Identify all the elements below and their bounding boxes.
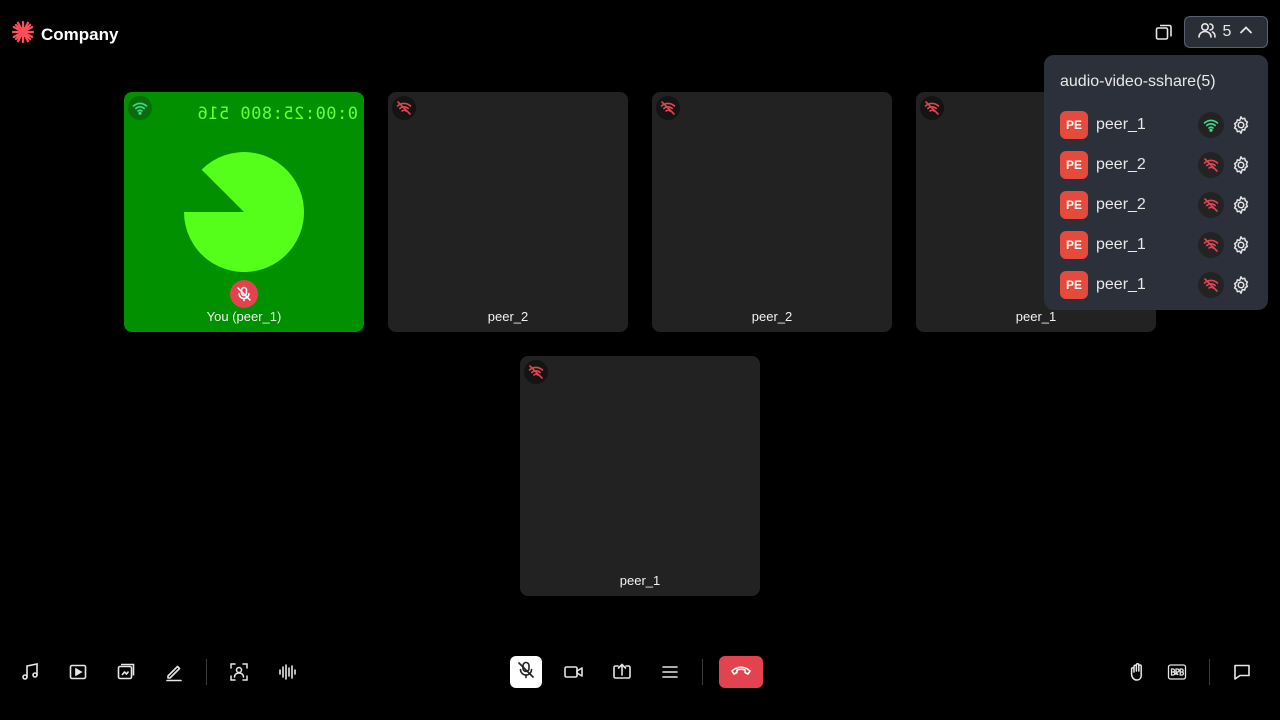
brand: Company	[11, 20, 118, 49]
test-pattern-pacman	[184, 152, 304, 272]
network-good-icon	[1198, 112, 1224, 138]
settings-gear-icon[interactable]	[1230, 194, 1252, 216]
avatar: PE	[1060, 151, 1088, 179]
settings-gear-icon[interactable]	[1230, 154, 1252, 176]
tile-name: peer_1	[1015, 309, 1057, 324]
network-poor-icon	[392, 96, 416, 120]
participant-row[interactable]: PE peer_2	[1060, 185, 1252, 225]
leave-call-button[interactable]	[719, 656, 763, 688]
participants-panel: audio-video-sshare(5) PE peer_1 PE peer_…	[1044, 55, 1268, 310]
video-tile-local[interactable]: 0:00:25:800 516 You (peer_1)	[124, 92, 364, 332]
participant-row[interactable]: PE peer_1	[1060, 265, 1252, 305]
tile-name: You (peer_1)	[206, 309, 282, 324]
people-icon	[1197, 20, 1217, 45]
network-poor-icon	[1198, 272, 1224, 298]
brand-name: Company	[41, 24, 119, 44]
video-tile[interactable]: peer_2	[652, 92, 892, 332]
video-tile[interactable]: peer_2	[388, 92, 628, 332]
toolbar-divider	[1209, 659, 1210, 685]
chat-icon[interactable]	[1226, 656, 1258, 688]
participant-count: 5	[1222, 23, 1232, 40]
video-timecode: 0:00:25:800 516	[196, 104, 358, 124]
participant-name: peer_1	[1096, 116, 1146, 133]
participants-toggle-button[interactable]: 5	[1184, 16, 1268, 48]
hang-up-icon	[730, 663, 752, 682]
embed-icon[interactable]	[110, 656, 142, 688]
participant-name: peer_1	[1096, 276, 1146, 293]
video-tile[interactable]: peer_1	[520, 356, 760, 596]
screenshare-icon[interactable]	[606, 656, 638, 688]
participant-row[interactable]: PE peer_1	[1060, 225, 1252, 265]
panel-title: audio-video-sshare(5)	[1060, 73, 1216, 90]
noise-suppression-icon[interactable]	[271, 656, 303, 688]
participant-name: peer_1	[1096, 236, 1146, 253]
whiteboard-icon[interactable]	[158, 656, 190, 688]
network-poor-icon	[1198, 152, 1224, 178]
layout-switch-icon[interactable]	[1152, 20, 1176, 44]
settings-gear-icon[interactable]	[1230, 114, 1252, 136]
avatar: PE	[1060, 231, 1088, 259]
hand-raise-icon[interactable]	[1121, 656, 1153, 688]
toolbar-divider	[702, 659, 703, 685]
chevron-up-icon	[1237, 21, 1255, 44]
brb-icon[interactable]	[1161, 656, 1193, 688]
network-poor-icon	[656, 96, 680, 120]
mic-toggle-button[interactable]	[510, 656, 542, 688]
participant-name: peer_2	[1096, 196, 1146, 213]
participant-row[interactable]: PE peer_1	[1060, 105, 1252, 145]
settings-gear-icon[interactable]	[1230, 234, 1252, 256]
toolbar-divider	[206, 659, 207, 685]
network-poor-icon	[920, 96, 944, 120]
participant-name: peer_2	[1096, 156, 1146, 173]
network-good-icon	[128, 96, 152, 120]
mic-muted-icon	[230, 280, 258, 308]
video-icon[interactable]	[558, 656, 590, 688]
tile-name: peer_1	[619, 573, 661, 588]
tile-name: peer_2	[751, 309, 793, 324]
network-poor-icon	[1198, 192, 1224, 218]
more-icon[interactable]	[654, 656, 686, 688]
avatar: PE	[1060, 271, 1088, 299]
play-video-icon[interactable]	[62, 656, 94, 688]
network-poor-icon	[524, 360, 548, 384]
tile-name: peer_2	[487, 309, 529, 324]
mic-off-icon	[516, 660, 536, 685]
avatar: PE	[1060, 191, 1088, 219]
settings-gear-icon[interactable]	[1230, 274, 1252, 296]
company-logo-icon	[11, 20, 35, 49]
avatar: PE	[1060, 111, 1088, 139]
music-icon[interactable]	[14, 656, 46, 688]
participant-row[interactable]: PE peer_2	[1060, 145, 1252, 185]
network-poor-icon	[1198, 232, 1224, 258]
virtual-background-icon[interactable]	[223, 656, 255, 688]
